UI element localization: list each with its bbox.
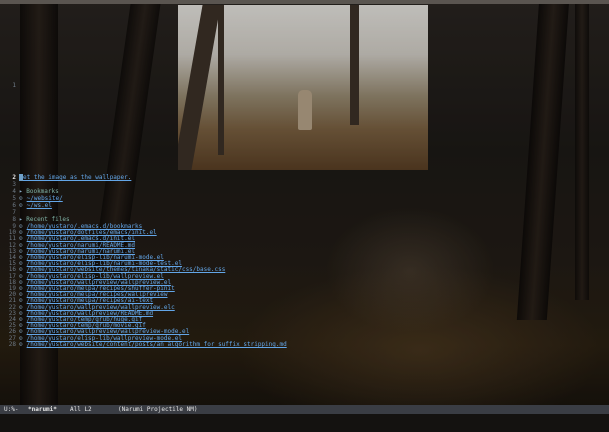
bookmark-link[interactable]: ~/ws.el — [27, 202, 52, 209]
line-number: 7 — [12, 209, 16, 216]
buffer-position: All L2 — [70, 406, 92, 413]
bullet-icon: ⊙ — [19, 195, 23, 202]
line-number: 2 — [12, 174, 16, 181]
blank-line: 3 — [0, 181, 19, 188]
current-line[interactable]: 2 et the image as the wallpaper. — [0, 174, 131, 181]
line-number: 3 — [12, 181, 16, 188]
bookmarks-heading: Bookmarks — [26, 188, 59, 195]
gutter-line-1: 1 — [0, 82, 19, 89]
major-mode[interactable]: (Narumi Projectile NM) — [118, 405, 197, 414]
line-number: 4 — [12, 188, 16, 195]
bullet-icon: ⊙ — [19, 340, 23, 348]
recent-file-item[interactable]: 28 ⊙ /home/yustaro/website/content/posts/a… — [0, 341, 287, 348]
bookmark-item[interactable]: 6 ⊙ ~/ws.el — [0, 202, 52, 209]
buffer-state: U:%- — [4, 406, 19, 413]
wallpaper-hint-link[interactable]: et the image as the wallpaper. — [23, 174, 131, 181]
line-number: 28 — [8, 340, 16, 348]
bookmarks-heading-line: 4 ▸ Bookmarks — [0, 188, 59, 195]
recent-files-heading: Recent files — [26, 216, 70, 223]
blank-line: 7 — [0, 209, 19, 216]
minibuffer[interactable] — [0, 414, 609, 432]
mode-line: U:%- *narumi* All L2 (Narumi Projectile … — [0, 405, 609, 414]
line-number: 1 — [12, 82, 16, 89]
line-number: 8 — [12, 216, 16, 223]
bullet-icon: ⊙ — [19, 202, 23, 209]
line-number: 5 — [12, 195, 16, 202]
bookmark-link[interactable]: ~/website/ — [27, 195, 63, 202]
bookmark-item[interactable]: 5 ⊙ ~/website/ — [0, 195, 63, 202]
editor-buffer[interactable]: 1 2 et the image as the wallpaper. 3 4 ▸ B… — [0, 4, 609, 404]
buffer-name[interactable]: *narumi* — [28, 405, 57, 414]
recent-file-link[interactable]: /home/yustaro/website/content/posts/an_a… — [27, 341, 287, 348]
recent-files-heading-line: 8 ▸ Recent files — [0, 216, 70, 223]
line-number: 6 — [12, 202, 16, 209]
